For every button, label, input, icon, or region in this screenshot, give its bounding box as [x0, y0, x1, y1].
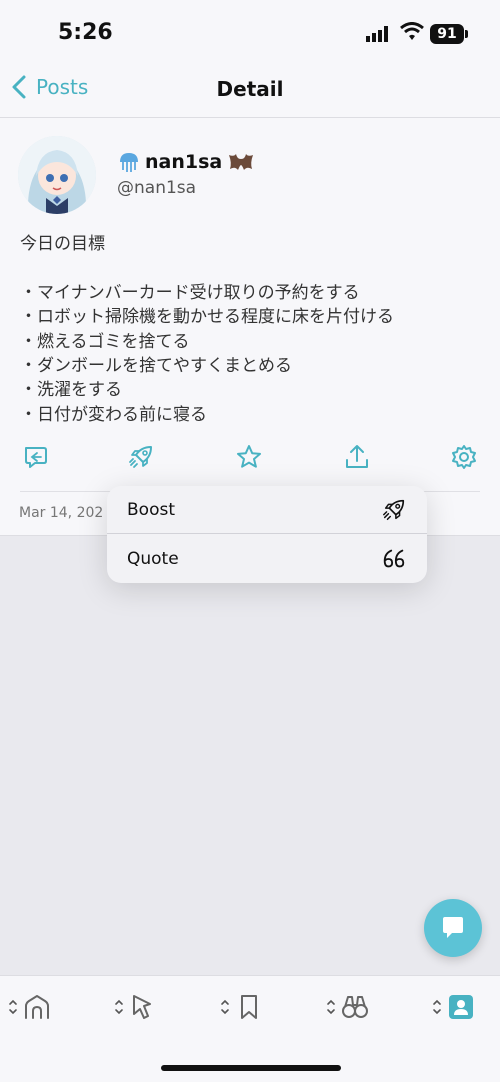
tab-notifications[interactable] [114, 990, 158, 1024]
menu-item-quote[interactable]: Quote [107, 535, 427, 583]
boost-menu: Boost Quote [107, 486, 427, 583]
home-icon [25, 995, 49, 1019]
swap-icon [9, 999, 17, 1015]
favourite-button[interactable] [232, 440, 266, 474]
avatar-image [18, 136, 96, 214]
wifi-icon [400, 22, 424, 40]
post-actions [0, 440, 500, 476]
chat-bubble-icon [443, 917, 463, 938]
profile-icon [449, 995, 473, 1019]
swap-icon [115, 999, 123, 1015]
post-content: 今日の目標 ・マイナンバーカード受け取りの予約をする ・ロボット掃除機を動かせる… [20, 234, 394, 425]
more-button[interactable] [447, 440, 481, 474]
swap-icon [327, 999, 335, 1015]
post-date: Mar 14, 202 [19, 505, 104, 521]
avatar[interactable] [18, 136, 96, 214]
menu-item-boost[interactable]: Boost [107, 486, 427, 534]
jellyfish-icon [120, 153, 138, 172]
tab-bar [0, 975, 500, 1082]
compose-button[interactable] [424, 899, 482, 957]
display-name: nan1sa [145, 151, 223, 173]
swap-icon [221, 999, 229, 1015]
status-time: 5:26 [58, 20, 113, 45]
post-detail: nan1sa @nan1sa 今日の目標 ・マイナンバーカード受け取りの予約をす… [0, 118, 500, 536]
battery-indicator: 91 [430, 24, 468, 44]
quote-icon [383, 549, 405, 568]
author-handle: @nan1sa [117, 178, 197, 198]
swap-icon [433, 999, 441, 1015]
author-name-row[interactable]: nan1sa [117, 150, 254, 174]
bookmark-icon [241, 995, 257, 1019]
home-indicator [161, 1065, 341, 1071]
tab-profile[interactable] [432, 990, 476, 1024]
page-title: Detail [216, 77, 284, 101]
menu-item-label: Quote [127, 549, 179, 569]
reply-icon [25, 447, 47, 468]
gear-icon [452, 445, 476, 469]
reply-button[interactable] [18, 440, 52, 474]
navigation-bar: Posts Detail [0, 66, 500, 118]
share-button[interactable] [340, 440, 374, 474]
status-bar: 5:26 91 [0, 0, 500, 66]
binoculars-icon [342, 996, 368, 1018]
boost-icon [129, 446, 152, 468]
tab-home[interactable] [8, 990, 52, 1024]
star-icon [237, 445, 261, 468]
bat-icon [229, 154, 254, 170]
share-icon [346, 445, 368, 468]
tab-bookmarks[interactable] [220, 990, 264, 1024]
cellular-signal-icon [366, 26, 388, 42]
notifications-icon [133, 995, 151, 1019]
tab-explore[interactable] [326, 990, 370, 1024]
boost-icon [383, 499, 405, 520]
menu-item-label: Boost [127, 499, 175, 520]
boost-button[interactable] [124, 440, 158, 474]
